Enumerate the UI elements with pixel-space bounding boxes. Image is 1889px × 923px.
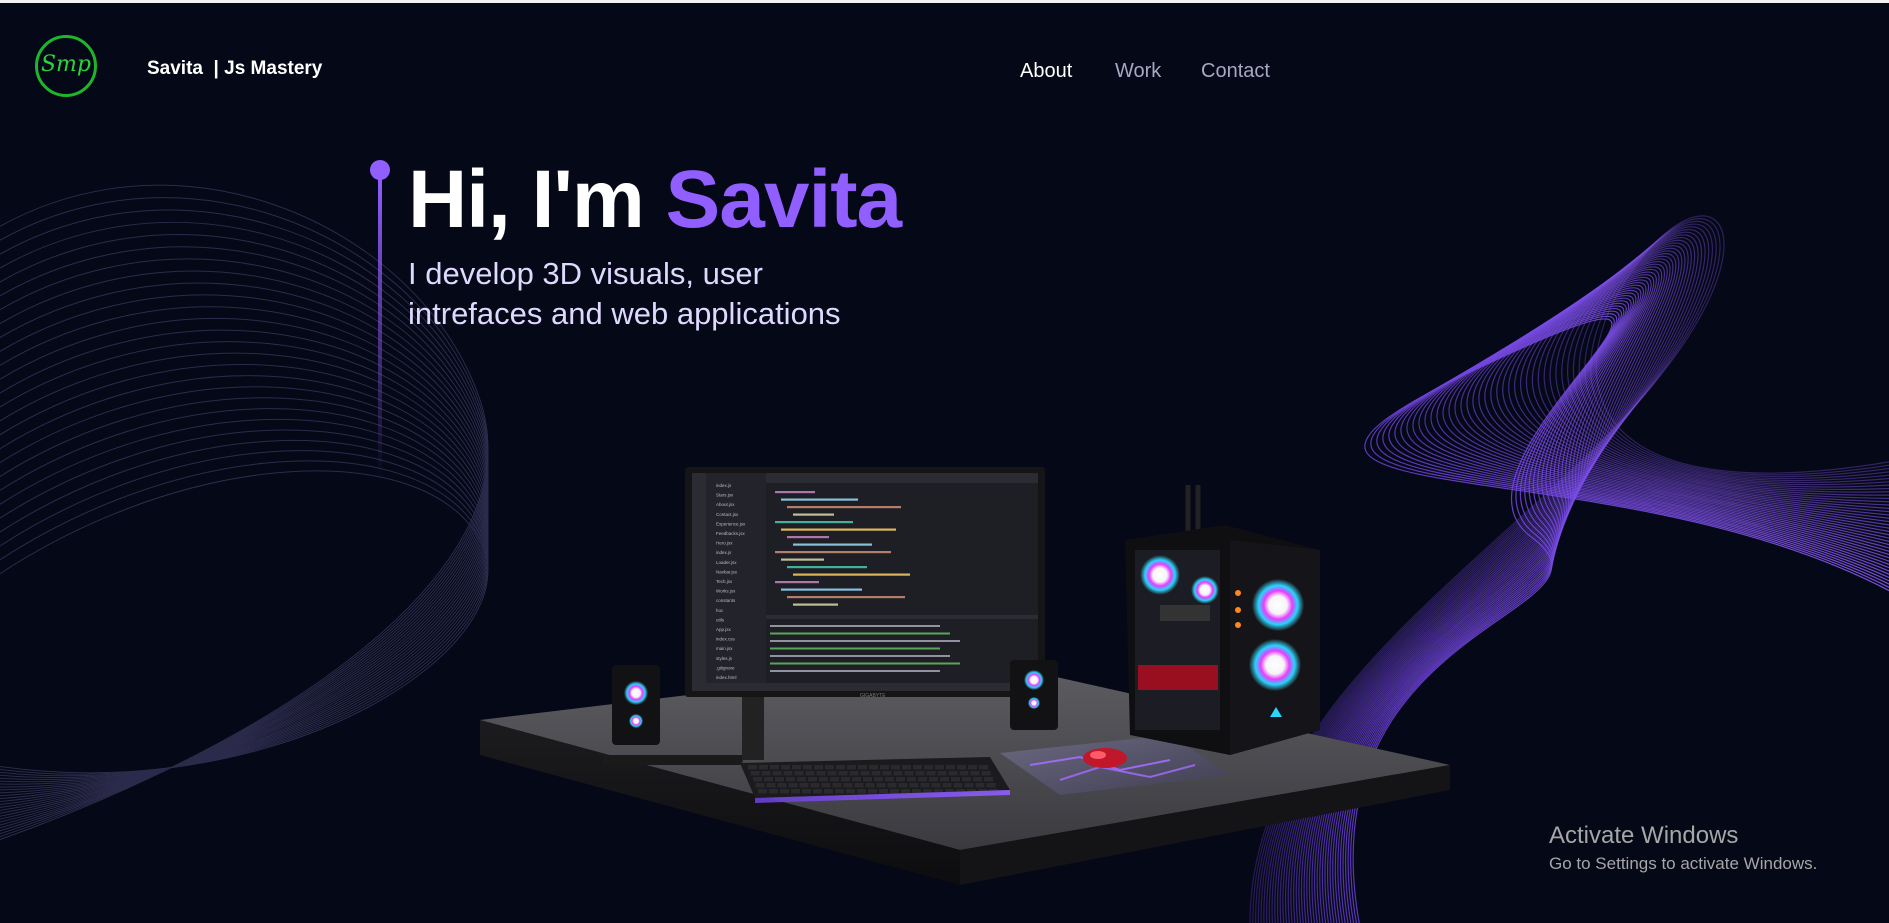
editor-file-item: Hero.jsx — [716, 541, 733, 546]
nav-link-work[interactable]: Work — [1115, 60, 1161, 83]
mouse — [1083, 748, 1127, 768]
hero-title: Hi, I'm Savita — [408, 150, 903, 250]
nav-link-contact[interactable]: Contact — [1201, 60, 1270, 83]
editor-file-item: index.js — [716, 550, 732, 555]
right-speaker — [1010, 660, 1058, 730]
logo-text: Smp — [40, 52, 91, 77]
hero-accent-dot — [370, 160, 390, 180]
monitor-brand: GIGABYTE — [860, 693, 886, 699]
editor-file-item: Contact.jsx — [716, 512, 739, 517]
brand-name[interactable]: Savita | Js Mastery — [147, 58, 322, 80]
editor-file-item: index.js — [716, 483, 732, 488]
pc-case — [1125, 485, 1320, 755]
editor-file-item: main.jsx — [716, 646, 733, 651]
hero-subtitle-line2: intrefaces and web applications — [408, 296, 841, 331]
logo[interactable]: Smp — [35, 35, 97, 97]
editor-file-item: Works.jsx — [716, 589, 736, 594]
hero-accent-bar — [378, 178, 382, 478]
editor-file-item: index.css — [716, 637, 736, 642]
editor-file-item: About.jsx — [716, 502, 735, 507]
windows-activation-watermark: Activate Windows Go to Settings to activ… — [1549, 822, 1817, 876]
editor-file-item: Stars.jsx — [716, 493, 734, 498]
editor-file-item: Feedbacks.jsx — [716, 531, 746, 536]
editor-file-item: Experience.jsx — [716, 521, 746, 526]
nav-link-about[interactable]: About — [1020, 60, 1072, 83]
left-speaker — [612, 665, 660, 745]
hero-title-name: Savita — [665, 154, 903, 245]
editor-file-item: Tech.jsx — [716, 579, 733, 584]
editor-file-item: Navbar.jsx — [716, 569, 738, 574]
keyboard — [740, 757, 1010, 803]
hero-title-prefix: Hi, I'm — [408, 154, 666, 245]
watermark-title: Activate Windows — [1549, 822, 1739, 849]
editor-file-item: hoc — [716, 608, 724, 613]
hero-subtitle: I develop 3D visuals, user intrefaces an… — [408, 254, 968, 334]
editor-file-item: Loader.jsx — [716, 560, 737, 565]
editor-file-item: App.jsx — [716, 627, 732, 632]
navbar: Smp Savita | Js Mastery About Work Conta… — [0, 3, 1889, 135]
editor-file-item: index.html — [716, 675, 737, 680]
editor-file-item: utils — [716, 617, 725, 622]
editor-file-item: constants — [716, 598, 736, 603]
editor-file-item: styles.js — [716, 656, 733, 661]
watermark-subtitle: Go to Settings to activate Windows. — [1549, 854, 1818, 873]
hero-subtitle-line1: I develop 3D visuals, user — [408, 256, 763, 291]
desktop-pc-3d-model[interactable]: index.js Stars.jsx About.jsx Contact.jsx Exp… — [470, 465, 1460, 895]
editor-file-item: .gitignore — [716, 665, 735, 670]
